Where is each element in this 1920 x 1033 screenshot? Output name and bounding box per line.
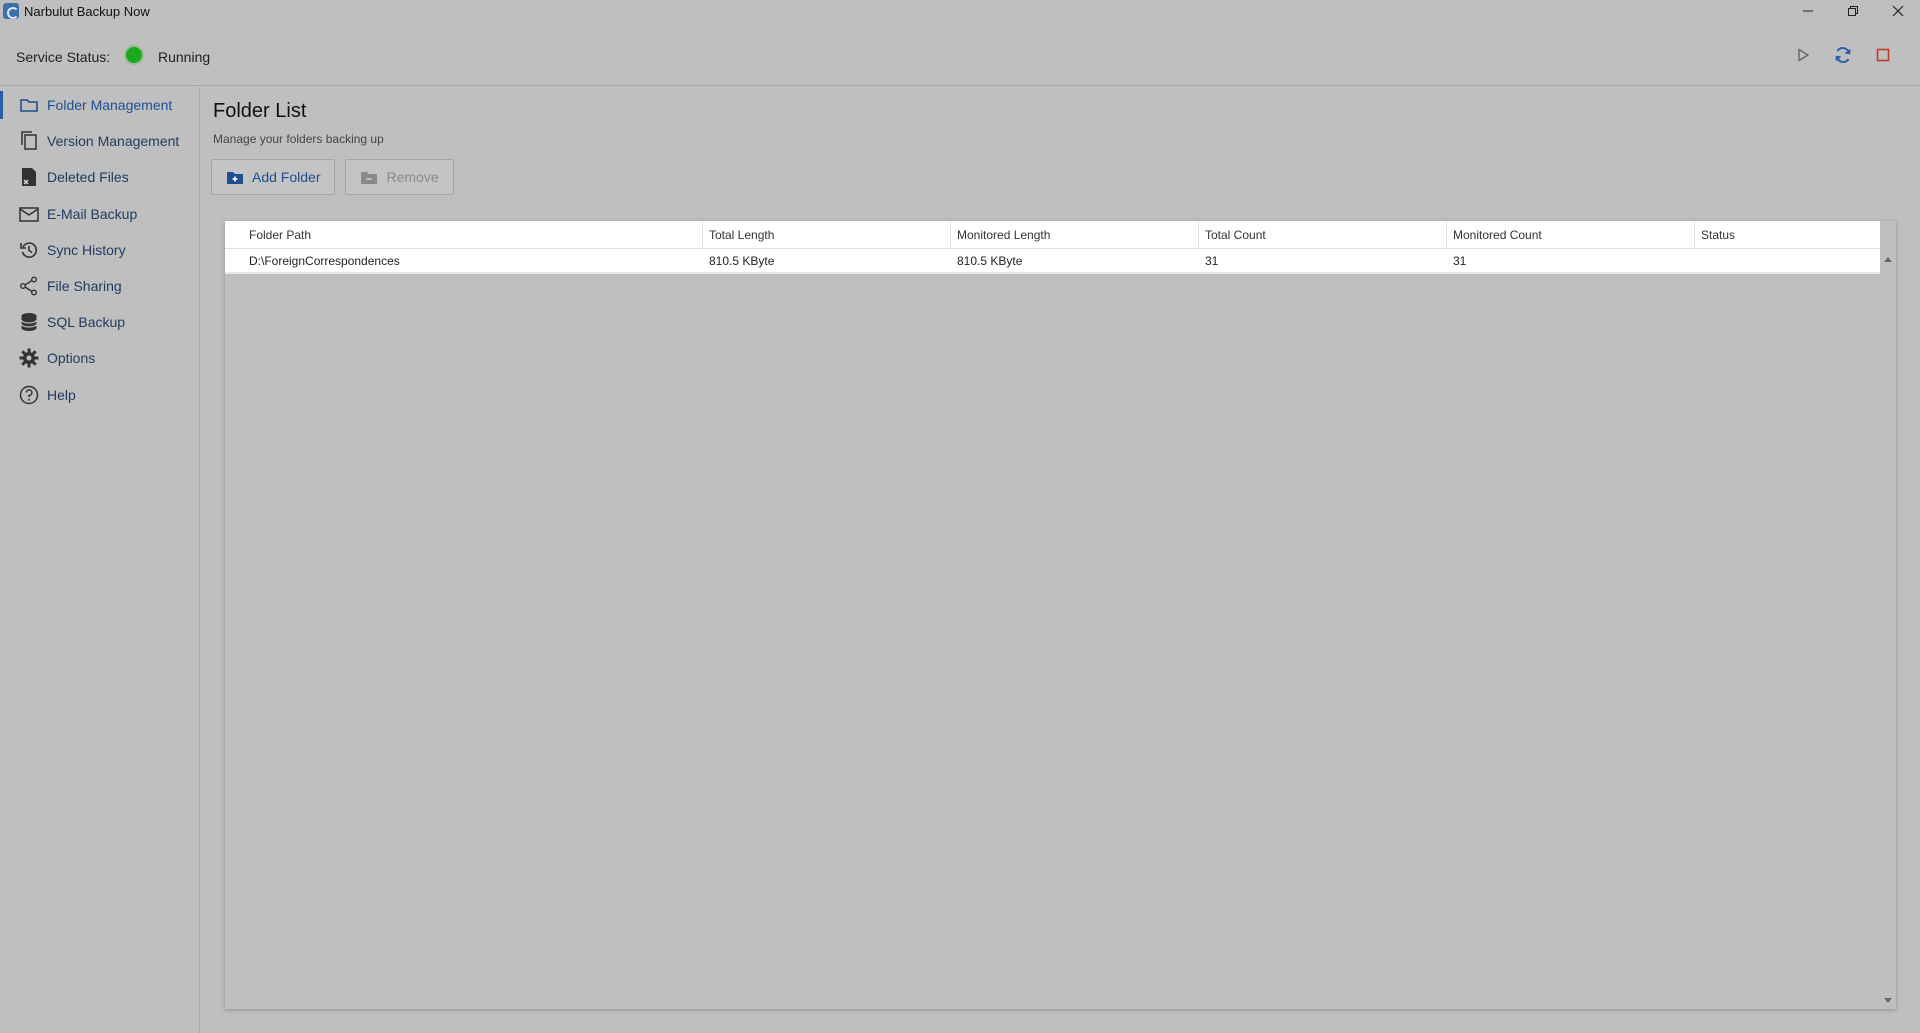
sidebar-item-label: Folder Management xyxy=(47,97,173,114)
gear-icon xyxy=(18,347,40,369)
sidebar-item-email-backup[interactable]: E-Mail Backup xyxy=(0,196,199,232)
column-header-total-count[interactable]: Total Count xyxy=(1199,221,1447,249)
minimize-button[interactable] xyxy=(1785,0,1830,22)
add-folder-icon xyxy=(227,172,243,184)
column-header-total-length[interactable]: Total Length xyxy=(703,221,951,249)
play-icon xyxy=(1798,48,1809,62)
sidebar-item-folder-management[interactable]: Folder Management xyxy=(0,87,199,123)
sidebar-item-file-sharing[interactable]: File Sharing xyxy=(0,268,199,304)
sidebar-item-deleted-files[interactable]: Deleted Files xyxy=(0,159,199,195)
remove-folder-icon xyxy=(361,172,378,184)
sidebar-item-label: Options xyxy=(47,350,96,367)
cell-folder-path: D:\ForeignCorrespondences xyxy=(249,253,400,268)
toolbar: Add Folder Remove xyxy=(211,159,454,195)
table-row[interactable]: D:\ForeignCorrespondences 810.5 KByte 81… xyxy=(225,249,1880,274)
scroll-down-arrow-icon[interactable] xyxy=(1884,998,1892,1003)
help-icon xyxy=(18,384,40,406)
page-title: Folder List xyxy=(213,100,307,122)
service-status-label: Service Status: xyxy=(16,49,111,65)
start-service-button[interactable] xyxy=(1792,44,1814,66)
window-title: Narbulut Backup Now xyxy=(24,3,150,19)
sidebar-item-label: Version Management xyxy=(47,133,180,150)
main-content: Folder List Manage your folders backing … xyxy=(201,87,1920,1033)
sync-icon xyxy=(1835,47,1851,63)
versions-icon xyxy=(18,130,40,152)
sidebar-item-version-management[interactable]: Version Management xyxy=(0,123,199,159)
stop-service-button[interactable] xyxy=(1872,44,1894,66)
restore-icon xyxy=(1847,6,1858,16)
add-folder-button[interactable]: Add Folder xyxy=(211,159,336,195)
header-bar: Service Status: Running xyxy=(0,22,1920,86)
mail-icon xyxy=(18,203,40,225)
column-header-monitored-count[interactable]: Monitored Count xyxy=(1447,221,1695,249)
sidebar-item-label: E-Mail Backup xyxy=(47,205,138,222)
app-logo-icon xyxy=(3,3,19,19)
vertical-scrollbar[interactable] xyxy=(1880,249,1896,1009)
sidebar-item-label: Deleted Files xyxy=(47,169,129,186)
stop-icon xyxy=(1876,48,1890,62)
cell-total-count: 31 xyxy=(1205,253,1219,268)
sidebar-item-label: SQL Backup xyxy=(47,314,126,331)
sidebar-item-options[interactable]: Options xyxy=(0,340,199,376)
column-header-monitored-length[interactable]: Monitored Length xyxy=(951,221,1199,249)
close-button[interactable] xyxy=(1875,0,1920,22)
database-icon xyxy=(18,311,40,333)
service-actions xyxy=(1792,44,1894,66)
remove-folder-label: Remove xyxy=(386,169,439,185)
sidebar-item-label: Sync History xyxy=(47,241,126,258)
cell-monitored-length: 810.5 KByte xyxy=(957,253,1023,268)
cell-total-length: 810.5 KByte xyxy=(709,253,775,268)
column-header-folder-path[interactable]: Folder Path xyxy=(225,221,703,249)
share-icon xyxy=(18,275,40,297)
sidebar-item-label: Help xyxy=(47,386,76,403)
column-header-status[interactable]: Status xyxy=(1695,221,1880,249)
sidebar: Folder Management Version Management Del… xyxy=(0,87,200,1033)
sync-service-button[interactable] xyxy=(1832,44,1854,66)
status-indicator-icon xyxy=(126,47,142,63)
table-header: Folder Path Total Length Monitored Lengt… xyxy=(225,221,1880,249)
history-icon xyxy=(18,239,40,261)
folder-table: Folder Path Total Length Monitored Lengt… xyxy=(225,221,1896,1009)
cell-status xyxy=(1695,249,1880,272)
cell-monitored-count: 31 xyxy=(1453,253,1467,268)
restore-button[interactable] xyxy=(1830,0,1875,22)
add-folder-label: Add Folder xyxy=(252,169,321,185)
service-status-value: Running xyxy=(158,49,211,65)
deleted-file-icon xyxy=(18,166,40,188)
sidebar-item-sql-backup[interactable]: SQL Backup xyxy=(0,304,199,340)
window-controls xyxy=(1785,0,1920,22)
title-bar: Narbulut Backup Now xyxy=(0,0,1920,22)
close-icon xyxy=(1892,5,1903,17)
sidebar-item-help[interactable]: Help xyxy=(0,377,199,413)
sidebar-item-label: File Sharing xyxy=(47,278,122,295)
scroll-up-arrow-icon[interactable] xyxy=(1884,257,1892,262)
page-subtitle: Manage your folders backing up xyxy=(213,132,384,146)
remove-folder-button[interactable]: Remove xyxy=(345,159,454,195)
minimize-icon xyxy=(1802,10,1813,12)
sidebar-item-sync-history[interactable]: Sync History xyxy=(0,232,199,268)
folder-icon xyxy=(18,94,40,116)
